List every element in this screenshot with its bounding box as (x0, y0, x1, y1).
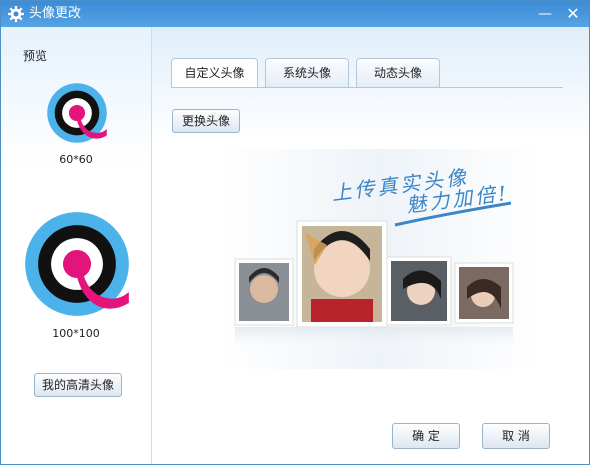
tab-animated-avatar[interactable]: 动态头像 (356, 58, 440, 87)
avatar-change-window: 头像更改 — ✕ 预览 60*60 100*100 我的高清头像 自定义头像 系… (0, 0, 590, 465)
hd-avatar-button[interactable]: 我的高清头像 (34, 373, 122, 397)
qq-logo-large-preview (25, 212, 129, 316)
tab-system-avatar[interactable]: 系统头像 (265, 58, 349, 87)
preview-panel: 预览 60*60 100*100 我的高清头像 (1, 27, 152, 464)
preview-label: 预览 (23, 49, 48, 63)
title-bar[interactable]: 头像更改 — ✕ (1, 1, 589, 27)
tab-divider (171, 87, 563, 88)
change-avatar-button[interactable]: 更换头像 (172, 109, 240, 133)
gear-icon (8, 6, 24, 22)
ok-button[interactable]: 确 定 (392, 423, 460, 449)
qq-logo-small-preview (47, 83, 107, 143)
large-size-label: 100*100 (52, 327, 100, 340)
cancel-button[interactable]: 取 消 (482, 423, 550, 449)
minimize-button[interactable]: — (535, 5, 555, 23)
small-size-label: 60*60 (59, 153, 93, 166)
close-button[interactable]: ✕ (563, 5, 583, 23)
tab-custom-avatar[interactable]: 自定义头像 (171, 58, 258, 88)
window-title: 头像更改 (29, 6, 82, 21)
